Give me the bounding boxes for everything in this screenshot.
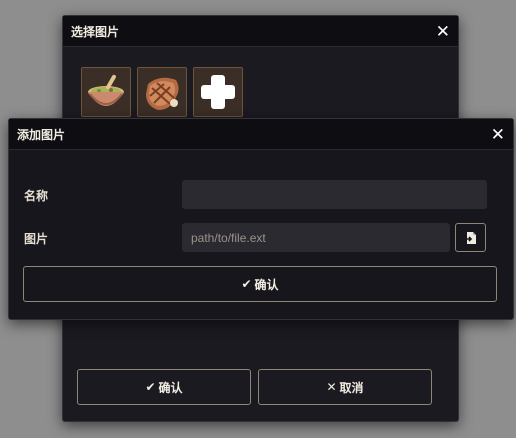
grilled-steak-icon [146, 77, 179, 110]
check-icon: ✔ [241, 277, 252, 291]
add-dialog-title: 添加图片 [17, 127, 66, 142]
add-dialog-close-icon[interactable]: ✕ [491, 126, 505, 143]
thumbnail-soup[interactable] [81, 67, 131, 117]
select-dialog-close-icon[interactable]: ✕ [436, 23, 450, 40]
select-cancel-button[interactable]: ✕ 取消 [258, 369, 432, 405]
browse-file-button[interactable] [455, 223, 486, 252]
file-import-icon [464, 231, 476, 244]
select-confirm-label: 确认 [158, 380, 183, 395]
select-confirm-button[interactable]: ✔ 确认 [77, 369, 251, 405]
image-label: 图片 [24, 232, 49, 246]
image-path-input[interactable] [182, 223, 450, 252]
plus-icon [201, 75, 235, 109]
thumbnail-list [81, 67, 243, 117]
add-confirm-label: 确认 [254, 277, 279, 292]
add-image-dialog: 添加图片 ✕ 名称 图片 ✔ 确认 [8, 118, 514, 320]
select-cancel-label: 取消 [339, 380, 364, 395]
thumbnail-add[interactable] [193, 67, 243, 117]
name-label: 名称 [24, 189, 49, 203]
select-dialog-title: 选择图片 [71, 24, 120, 39]
thumbnail-steak[interactable] [137, 67, 187, 117]
add-dialog-header: 添加图片 ✕ [9, 119, 513, 150]
name-input[interactable] [182, 180, 487, 209]
check-icon: ✔ [145, 380, 156, 394]
soup-bowl-icon [88, 74, 124, 106]
cross-icon: ✕ [326, 380, 337, 394]
select-dialog-header: 选择图片 ✕ [63, 16, 458, 47]
add-confirm-button[interactable]: ✔ 确认 [23, 266, 497, 302]
